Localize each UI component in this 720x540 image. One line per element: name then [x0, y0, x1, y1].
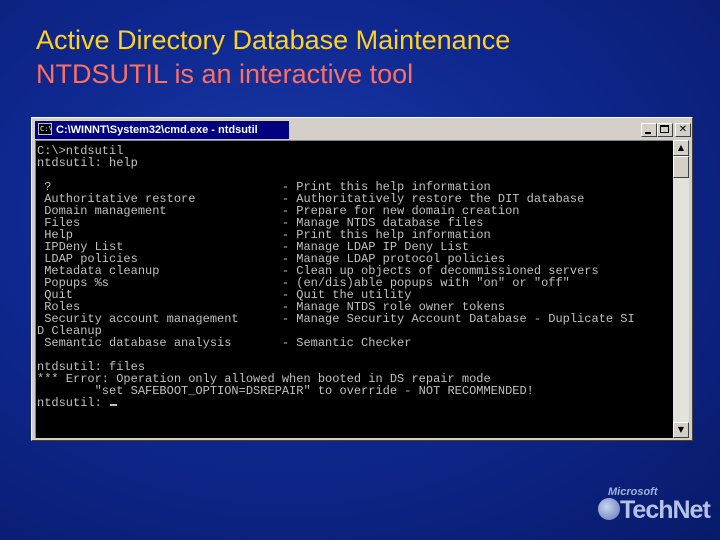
vertical-scrollbar[interactable]: ▲ ▼	[673, 140, 689, 438]
cmd-window: C:\ C:\WINNT\System32\cmd.exe - ntdsutil…	[31, 117, 693, 441]
scroll-up-button[interactable]: ▲	[673, 140, 689, 156]
scroll-down-button[interactable]: ▼	[673, 422, 689, 438]
slide-subtitle: NTDSUTIL is an interactive tool	[36, 59, 414, 89]
minimize-icon	[645, 132, 651, 134]
scroll-thumb[interactable]	[673, 156, 689, 178]
slide-title: Active Directory Database Maintenance	[36, 25, 511, 55]
technet-logo: Microsoft TechNet	[590, 484, 711, 528]
titlebar-active-region[interactable]: C:\ C:\WINNT\System32\cmd.exe - ntdsutil	[35, 121, 289, 139]
console-output[interactable]: C:\>ntdsutil ntdsutil: help ? - Print th…	[35, 140, 673, 438]
maximize-icon	[660, 125, 669, 133]
console-line: ntdsutil: help	[37, 156, 138, 170]
window-titlebar[interactable]: C:\ C:\WINNT\System32\cmd.exe - ntdsutil…	[35, 121, 691, 139]
console-line: Semantic database analysis - Semantic Ch…	[37, 336, 412, 350]
logo-dot-icon	[598, 498, 620, 520]
console-line: ntdsutil:	[37, 396, 110, 410]
logo-technet-text: TechNet	[620, 496, 711, 524]
console-line: Security account management - Manage Sec…	[37, 312, 635, 326]
console-app-icon[interactable]: C:\	[38, 123, 52, 135]
arrow-up-icon: ▲	[677, 143, 685, 152]
console-text: C:\>ntdsutil ntdsutil: help ? - Print th…	[36, 141, 673, 409]
window-title: C:\WINNT\System32\cmd.exe - ntdsutil	[56, 124, 258, 136]
minimize-button[interactable]	[641, 123, 657, 137]
maximize-button[interactable]	[657, 123, 673, 137]
close-button[interactable]: ✕	[675, 123, 691, 137]
arrow-down-icon: ▼	[677, 425, 685, 434]
close-icon: ✕	[678, 124, 688, 135]
text-cursor	[110, 404, 118, 406]
console-line: "set SAFEBOOT_OPTION=DSREPAIR" to overri…	[37, 384, 534, 398]
